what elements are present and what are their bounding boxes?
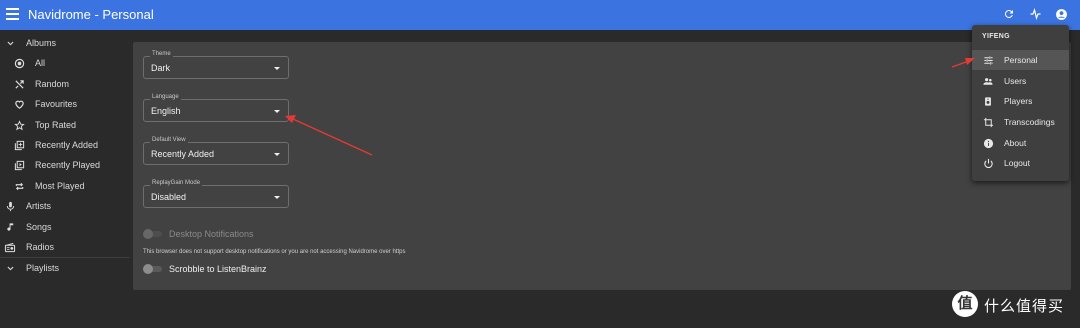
menu-item-users[interactable]: Users bbox=[972, 71, 1069, 91]
sidebar-item-label: Random bbox=[35, 79, 70, 89]
info-icon bbox=[982, 137, 994, 149]
sidebar-item-label: Songs bbox=[26, 222, 52, 232]
default-view-value: Recently Added bbox=[151, 149, 215, 159]
repeat-icon bbox=[13, 180, 25, 192]
menu-item-transcodings[interactable]: Transcodings bbox=[972, 112, 1069, 132]
album-all-icon bbox=[13, 57, 25, 69]
theme-label: Theme bbox=[150, 51, 173, 57]
watermark: 值 什么值得买 bbox=[952, 290, 1072, 320]
watermark-logo: 值 bbox=[952, 291, 978, 317]
desktop-notifications-label: Desktop Notifications bbox=[169, 229, 254, 239]
sidebar-item-random[interactable]: Random bbox=[0, 74, 130, 94]
sidebar-item-label: Recently Played bbox=[35, 160, 101, 170]
menu-item-personal[interactable]: Personal bbox=[972, 50, 1069, 70]
sidebar-item-label: Playlists bbox=[26, 263, 60, 273]
chevron-down-icon bbox=[4, 262, 16, 274]
sliders-icon bbox=[982, 54, 994, 66]
dropdown-arrow-icon bbox=[274, 153, 280, 156]
sidebar-item-recently-added[interactable]: Recently Added bbox=[0, 135, 130, 155]
sidebar-item-artists[interactable]: Artists bbox=[0, 196, 130, 216]
sidebar-item-label: Top Rated bbox=[35, 120, 77, 130]
language-label: Language bbox=[150, 94, 181, 100]
sidebar-item-recently-played[interactable]: Recently Played bbox=[0, 155, 130, 175]
sidebar: Albums All Random Favourites Top Rated R… bbox=[0, 30, 130, 328]
heart-icon bbox=[13, 98, 25, 110]
shuffle-icon bbox=[13, 78, 25, 90]
language-value: English bbox=[151, 106, 181, 116]
library-add-icon bbox=[13, 139, 25, 151]
menu-item-logout[interactable]: Logout bbox=[972, 153, 1069, 173]
dropdown-arrow-icon bbox=[274, 196, 280, 199]
sidebar-item-songs[interactable]: Songs bbox=[0, 217, 130, 237]
app-title: Navidrome - Personal bbox=[28, 7, 154, 22]
sidebar-item-most-played[interactable]: Most Played bbox=[0, 176, 130, 196]
sidebar-item-radios[interactable]: Radios bbox=[0, 237, 130, 257]
menu-item-label: Transcodings bbox=[1004, 117, 1055, 127]
replaygain-mode-label: ReplayGain Mode bbox=[150, 180, 203, 186]
sidebar-item-label: Favourites bbox=[35, 99, 78, 109]
sidebar-item-top-rated[interactable]: Top Rated bbox=[0, 115, 130, 135]
menu-item-label: Users bbox=[1004, 76, 1027, 86]
radio-icon bbox=[4, 241, 16, 253]
sidebar-item-label: Albums bbox=[26, 38, 57, 48]
sidebar-item-all[interactable]: All bbox=[0, 53, 130, 73]
theme-value: Dark bbox=[151, 63, 171, 73]
language-select[interactable]: Language English bbox=[143, 94, 289, 122]
power-icon bbox=[982, 157, 994, 169]
menu-item-label: Players bbox=[1004, 96, 1033, 106]
dropdown-arrow-icon bbox=[274, 110, 280, 113]
sidebar-item-favourites[interactable]: Favourites bbox=[0, 94, 130, 114]
library-play-icon bbox=[13, 159, 25, 171]
dropdown-arrow-icon bbox=[274, 67, 280, 70]
menu-item-label: Logout bbox=[1004, 158, 1030, 168]
sidebar-item-label: Recently Added bbox=[35, 140, 99, 150]
notification-help-text: This browser does not support desktop no… bbox=[143, 249, 406, 255]
replaygain-mode-select[interactable]: ReplayGain Mode Disabled bbox=[143, 180, 289, 208]
star-icon bbox=[13, 119, 25, 131]
microphone-icon bbox=[4, 200, 16, 212]
menu-username: YIFENG bbox=[982, 33, 1010, 40]
scrobble-listenbrainz-label: Scrobble to ListenBrainz bbox=[169, 264, 267, 274]
default-view-label: Default View bbox=[150, 137, 188, 143]
user-menu: YIFENG Personal Users Players Transcodin… bbox=[972, 25, 1069, 181]
transform-icon bbox=[982, 116, 994, 128]
personal-settings-panel: Theme Dark Language English Default View… bbox=[133, 42, 1071, 290]
desktop-notifications-toggle[interactable] bbox=[143, 229, 163, 239]
menu-item-label: About bbox=[1004, 138, 1027, 148]
speaker-icon bbox=[982, 95, 994, 107]
sidebar-item-label: All bbox=[35, 58, 46, 68]
sidebar-item-playlists[interactable]: Playlists bbox=[0, 258, 130, 278]
music-note-icon bbox=[4, 221, 16, 233]
theme-select[interactable]: Theme Dark bbox=[143, 51, 289, 79]
app-bar: Navidrome - Personal bbox=[0, 0, 1080, 30]
menu-item-about[interactable]: About bbox=[972, 133, 1069, 153]
chevron-down-icon bbox=[4, 37, 16, 49]
sidebar-item-label: Most Played bbox=[35, 181, 85, 191]
people-icon bbox=[982, 75, 994, 87]
sidebar-item-label: Radios bbox=[26, 242, 55, 252]
activity-icon[interactable] bbox=[1026, 5, 1044, 23]
scrobble-listenbrainz-toggle[interactable] bbox=[143, 264, 163, 274]
refresh-icon[interactable] bbox=[1000, 5, 1018, 23]
menu-item-players[interactable]: Players bbox=[972, 91, 1069, 111]
menu-icon[interactable] bbox=[6, 8, 19, 22]
menu-item-label: Personal bbox=[1004, 55, 1038, 65]
replaygain-mode-value: Disabled bbox=[151, 192, 187, 202]
account-icon[interactable] bbox=[1052, 5, 1070, 23]
default-view-select[interactable]: Default View Recently Added bbox=[143, 137, 289, 165]
sidebar-item-label: Artists bbox=[26, 201, 52, 211]
sidebar-item-albums[interactable]: Albums bbox=[0, 33, 130, 53]
watermark-text: 什么值得买 bbox=[984, 298, 1065, 315]
